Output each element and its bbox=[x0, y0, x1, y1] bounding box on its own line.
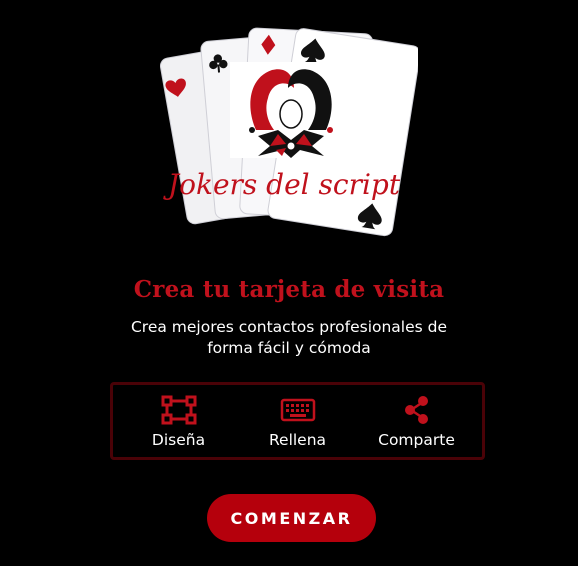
brand-text: Jokers del script bbox=[163, 168, 401, 201]
vector-square-icon bbox=[161, 395, 197, 425]
keyboard-icon bbox=[280, 395, 316, 425]
start-button[interactable]: COMENZAR bbox=[207, 494, 376, 542]
brand-logo: Jokers del script bbox=[160, 18, 418, 238]
feature-label: Diseña bbox=[151, 431, 206, 449]
share-icon bbox=[399, 395, 435, 425]
cards-illustration: Jokers del script bbox=[160, 27, 418, 237]
feature-label: Comparte bbox=[378, 431, 455, 449]
page-subtitle: Crea mejores contactos profesionales de … bbox=[100, 317, 478, 359]
subtitle-line: Crea mejores contactos profesionales de bbox=[130, 318, 448, 336]
features-panel: Diseña Rellena Comparte bbox=[110, 382, 485, 460]
feature-design[interactable]: Diseña bbox=[119, 385, 238, 457]
feature-label: Rellena bbox=[268, 431, 327, 449]
jester-icon bbox=[230, 62, 352, 158]
subtitle-line: forma fácil y cómoda bbox=[207, 339, 371, 357]
page-title: Crea tu tarjeta de visita bbox=[133, 276, 445, 303]
feature-fill[interactable]: Rellena bbox=[238, 385, 357, 457]
feature-share[interactable]: Comparte bbox=[357, 385, 476, 457]
